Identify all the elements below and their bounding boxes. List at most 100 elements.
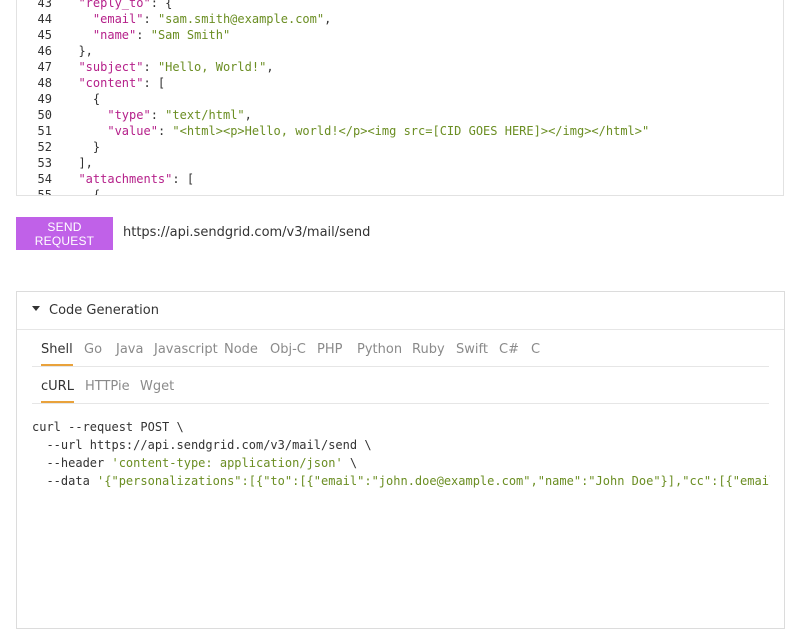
line-number: 43: [37, 0, 52, 10]
json-token: },: [78, 44, 93, 58]
editor-line: 44 "email": "sam.smith@example.com",: [17, 11, 332, 27]
editor-line: 54 "attachments": [: [17, 171, 195, 187]
tab-php[interactable]: PHP: [317, 342, 342, 364]
json-token: ,: [244, 108, 252, 122]
json-token: }: [92, 140, 101, 154]
editor-line: 55 {: [17, 187, 101, 196]
tab-c-[interactable]: C#: [499, 342, 519, 364]
tab-python[interactable]: Python: [357, 342, 402, 364]
snippet-string: '{"personalizations":[{"to":[{"email":"j…: [97, 474, 770, 488]
json-token: :: [143, 12, 158, 26]
tab-node[interactable]: Node: [224, 342, 258, 364]
editor-line: 47 "subject": "Hello, World!",: [17, 59, 274, 75]
editor-line: 46 },: [17, 43, 93, 59]
json-token: : [: [143, 76, 166, 90]
tab-shell[interactable]: Shell: [41, 342, 73, 366]
tab-wget[interactable]: Wget: [140, 379, 174, 401]
code-generation-title: Code Generation: [49, 303, 159, 318]
snippet-line: --data '{"personalizations":[{"to":[{"em…: [32, 472, 770, 490]
code-generation-panel: Code Generation Shell Go Java Javascript Nod…: [16, 291, 785, 629]
editor-line: 50 "type": "text/html",: [17, 107, 252, 123]
json-key: "type": [107, 108, 151, 122]
snippet-text: --header: [32, 456, 112, 470]
json-token: : {: [150, 0, 173, 10]
json-body-editor[interactable]: 43 "reply_to": {44 "email": "sam.smith@e…: [16, 0, 784, 196]
line-number: 49: [37, 92, 52, 106]
tab-c[interactable]: C: [531, 342, 540, 364]
code-snippet[interactable]: curl --request POST \ --url https://api.…: [32, 418, 770, 498]
json-key: "subject": [78, 60, 144, 74]
editor-line: 52 }: [17, 139, 101, 155]
tab-curl[interactable]: cURL: [41, 379, 74, 403]
line-number: 47: [37, 60, 52, 74]
send-request-button[interactable]: SEND REQUEST: [16, 217, 113, 250]
json-string: "Hello, World!": [157, 60, 267, 74]
editor-line: 51 "value": "<html><p>Hello, world!</p><…: [17, 123, 650, 139]
snippet-text: \: [342, 456, 358, 470]
editor-line: 43 "reply_to": {: [17, 0, 173, 11]
client-tabs: cURL HTTPie Wget: [32, 373, 769, 404]
line-number: 52: [37, 140, 52, 154]
json-token: :: [157, 124, 173, 138]
line-number: 53: [37, 156, 52, 170]
json-token: ,: [266, 60, 274, 74]
line-number: 46: [37, 44, 52, 58]
snippet-line: --header 'content-type: application/json…: [32, 454, 770, 472]
json-key: "attachments": [78, 172, 173, 186]
tab-ruby[interactable]: Ruby: [412, 342, 445, 364]
language-tabs: Shell Go Java Javascript Node Obj-C PHP Python R…: [32, 336, 769, 367]
json-key: "reply_to": [78, 0, 151, 10]
editor-line: 49 {: [17, 91, 101, 107]
caret-down-icon[interactable]: [32, 306, 40, 311]
editor-line: 45 "name": "Sam Smith": [17, 27, 231, 43]
json-token: {: [92, 188, 101, 196]
editor-line: 48 "content": [: [17, 75, 166, 91]
json-token: :: [143, 60, 158, 74]
json-token: ,: [324, 12, 332, 26]
json-string: "text/html": [165, 108, 245, 122]
tab-java[interactable]: Java: [116, 342, 143, 364]
json-string: "sam.smith@example.com": [157, 12, 325, 26]
snippet-string: 'content-type: application/json': [111, 456, 343, 470]
json-key: "value": [107, 124, 158, 138]
json-token: {: [92, 92, 101, 106]
json-key: "content": [78, 76, 144, 90]
tab-obj-c[interactable]: Obj-C: [270, 342, 306, 364]
snippet-line: curl --request POST \: [32, 420, 184, 434]
line-number: 45: [37, 28, 52, 42]
json-string: "<html><p>Hello, world!</p><img src=[CID…: [172, 124, 650, 138]
tab-httpie[interactable]: HTTPie: [85, 379, 130, 401]
json-string: "Sam Smith": [150, 28, 231, 42]
editor-line: 53 ],: [17, 155, 93, 171]
tab-javascript[interactable]: Javascript: [154, 342, 218, 364]
snippet-line: --url https://api.sendgrid.com/v3/mail/s…: [32, 438, 372, 452]
tab-swift[interactable]: Swift: [456, 342, 488, 364]
json-token: : [: [172, 172, 195, 186]
json-token: :: [136, 28, 151, 42]
snippet-text: --data: [32, 474, 98, 488]
json-token: ],: [78, 156, 93, 170]
request-url: https://api.sendgrid.com/v3/mail/send: [123, 225, 371, 240]
tab-go[interactable]: Go: [84, 342, 102, 364]
json-key: "name": [92, 28, 137, 42]
json-key: "email": [92, 12, 144, 26]
line-number: 48: [37, 76, 52, 90]
line-number: 44: [37, 12, 52, 26]
line-number: 55: [37, 188, 52, 196]
line-number: 54: [37, 172, 52, 186]
code-generation-header[interactable]: Code Generation: [17, 292, 784, 330]
json-token: :: [150, 108, 166, 122]
